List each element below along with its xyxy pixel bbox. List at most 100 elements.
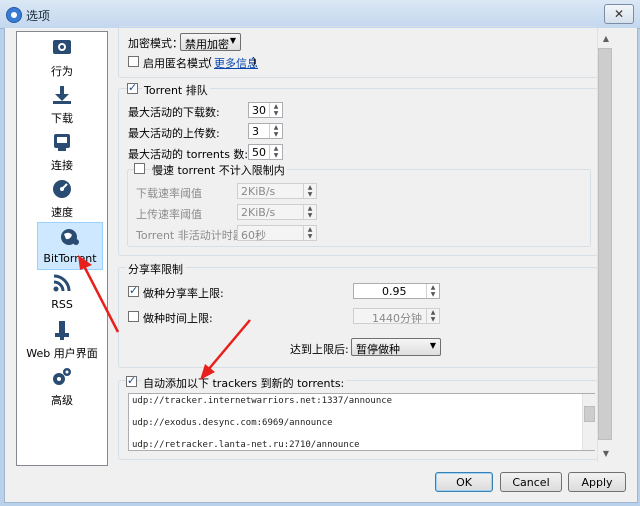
torrent-queue-title: Torrent 排队 — [142, 82, 210, 98]
sidebar-item-label: RSS — [51, 298, 73, 311]
tracker-line: udp://tracker.internetwarriors.net:1337/… — [132, 396, 393, 406]
max-torrents-spinner[interactable]: 50 ▲ ▼ — [248, 144, 283, 160]
upload-rate-threshold-label: 上传速率阈值 — [136, 208, 202, 221]
after-limit-label: 达到上限后: — [290, 343, 349, 356]
sidebar-item-bittorrent[interactable]: BitTorrent — [37, 222, 103, 270]
spin-down-icon[interactable]: ▼ — [270, 110, 282, 117]
options-sidebar: 行为 下载 连接 速度 BitTorrent RSS Web 用户界面 高级 — [16, 31, 108, 466]
sidebar-item-advanced[interactable]: 高级 — [19, 363, 105, 409]
ok-button[interactable]: OK — [435, 472, 493, 492]
sidebar-item-label: 行为 — [51, 65, 73, 78]
sidebar-item-speed[interactable]: 速度 — [19, 175, 105, 221]
max-uploads-spinner[interactable]: 3 ▲ ▼ — [248, 123, 283, 139]
share-ratio-title: 分享率限制 — [126, 261, 185, 277]
spin-up-icon[interactable]: ▲ — [304, 184, 316, 191]
sidebar-item-web-ui[interactable]: Web 用户界面 — [19, 316, 105, 362]
trackers-textarea[interactable]: udp://tracker.internetwarriors.net:1337/… — [128, 393, 595, 451]
seed-time-spinner[interactable]: 1440分钟 ▲ ▼ — [353, 308, 440, 325]
spin-up-icon[interactable]: ▲ — [270, 124, 282, 131]
max-torrents-value: 50 — [252, 146, 266, 159]
tracker-line: udp://exodus.desync.com:6969/announce — [132, 418, 333, 428]
sidebar-item-behavior[interactable]: 行为 — [19, 34, 105, 80]
after-limit-action-select[interactable]: 暂停做种 ▼ — [351, 338, 441, 356]
trackers-scroll-thumb[interactable] — [584, 406, 595, 422]
auto-trackers-checkbox[interactable] — [126, 374, 137, 387]
spin-down-icon[interactable]: ▼ — [304, 233, 316, 240]
advanced-gears-icon — [53, 368, 71, 385]
slow-torrents-checkbox[interactable] — [134, 163, 145, 174]
chevron-down-icon: ▼ — [229, 36, 236, 45]
window-title: 选项 — [26, 9, 51, 23]
behavior-gear-icon — [53, 40, 71, 54]
spin-up-icon[interactable]: ▲ — [304, 226, 316, 233]
seed-ratio-checkbox[interactable] — [128, 284, 139, 297]
spin-down-icon[interactable]: ▼ — [427, 316, 439, 323]
spin-up-icon[interactable]: ▲ — [270, 145, 282, 152]
spin-up-icon[interactable]: ▲ — [304, 205, 316, 212]
web-ui-icon — [55, 321, 69, 340]
rss-icon — [53, 274, 71, 292]
scroll-down-icon[interactable]: ▼ — [598, 446, 614, 462]
close-button[interactable]: ✕ — [604, 4, 634, 24]
sidebar-item-label: 高级 — [51, 394, 73, 407]
sidebar-item-label: BitTorrent — [43, 252, 97, 265]
encryption-mode-select[interactable]: 禁用加密 ▼ — [180, 33, 241, 51]
encryption-mode-label: 加密模式： — [128, 37, 183, 50]
inactive-timer-label: Torrent 非活动计时器 — [136, 229, 244, 242]
seed-ratio-spinner[interactable]: 0.95 ▲ ▼ — [353, 283, 440, 299]
upload-rate-threshold-spinner[interactable]: 2KiB/s ▲ ▼ — [237, 204, 317, 220]
encryption-mode-value: 禁用加密 — [185, 38, 229, 51]
max-downloads-value: 30 — [252, 104, 266, 117]
seed-ratio-label: 做种分享率上限: — [143, 287, 224, 300]
title-bar — [0, 0, 640, 29]
anonymous-mode-label: 启用匿名模式 — [143, 57, 209, 70]
sidebar-item-label: 速度 — [51, 206, 73, 219]
max-downloads-spinner[interactable]: 30 ▲ ▼ — [248, 102, 283, 118]
bittorrent-globe-icon — [61, 229, 79, 245]
more-info-close-paren: ) — [252, 55, 257, 68]
tracker-line: udp://retracker.lanta-net.ru:2710/announ… — [132, 440, 360, 450]
app-logo-icon — [6, 7, 22, 23]
torrent-queue-checkbox[interactable] — [127, 81, 138, 94]
auto-trackers-label: 自动添加以下 trackers 到新的 torrents: — [141, 375, 347, 391]
trackers-scrollbar[interactable] — [582, 394, 595, 450]
seed-time-label: 做种时间上限: — [143, 312, 213, 325]
spin-down-icon[interactable]: ▼ — [270, 152, 282, 159]
max-uploads-label: 最大活动的上传数: — [128, 127, 220, 140]
spin-up-icon[interactable]: ▲ — [427, 309, 439, 316]
max-uploads-value: 3 — [252, 125, 259, 138]
seed-time-checkbox[interactable] — [128, 311, 139, 322]
download-rate-threshold-label: 下载速率阈值 — [136, 187, 202, 200]
sidebar-item-connection[interactable]: 连接 — [19, 128, 105, 174]
speedometer-icon — [53, 180, 71, 198]
max-torrents-label: 最大活动的 torrents 数: — [128, 148, 249, 161]
spin-up-icon[interactable]: ▲ — [427, 284, 439, 291]
inactive-timer-spinner[interactable]: 60秒 ▲ ▼ — [237, 225, 317, 242]
seed-time-value: 1440分钟 — [372, 312, 422, 325]
download-rate-threshold-value: 2KiB/s — [241, 185, 276, 198]
panel-scroll-thumb[interactable] — [598, 48, 612, 440]
sidebar-item-label: 连接 — [51, 159, 73, 172]
inactive-timer-value: 60秒 — [241, 229, 266, 242]
download-icon — [53, 86, 71, 104]
spin-down-icon[interactable]: ▼ — [427, 291, 439, 298]
download-rate-threshold-spinner[interactable]: 2KiB/s ▲ ▼ — [237, 183, 317, 199]
sidebar-item-label: Web 用户界面 — [26, 347, 98, 360]
spin-down-icon[interactable]: ▼ — [304, 212, 316, 219]
apply-button[interactable]: Apply — [568, 472, 626, 492]
sidebar-item-label: 下载 — [51, 112, 73, 125]
max-downloads-label: 最大活动的下载数: — [128, 106, 220, 119]
more-info-open-paren: ( — [208, 55, 213, 68]
network-connection-icon — [54, 134, 70, 151]
cancel-button[interactable]: Cancel — [500, 472, 562, 492]
anonymous-mode-checkbox[interactable] — [128, 56, 139, 67]
sidebar-item-download[interactable]: 下载 — [19, 81, 105, 127]
spin-up-icon[interactable]: ▲ — [270, 103, 282, 110]
spin-down-icon[interactable]: ▼ — [304, 191, 316, 198]
spin-down-icon[interactable]: ▼ — [270, 131, 282, 138]
upload-rate-threshold-value: 2KiB/s — [241, 206, 276, 219]
slow-torrents-title: 慢速 torrent 不计入限制内 — [150, 162, 287, 178]
chevron-down-icon: ▼ — [429, 341, 436, 350]
scroll-up-icon[interactable]: ▲ — [598, 31, 614, 47]
sidebar-item-rss[interactable]: RSS — [19, 269, 105, 315]
